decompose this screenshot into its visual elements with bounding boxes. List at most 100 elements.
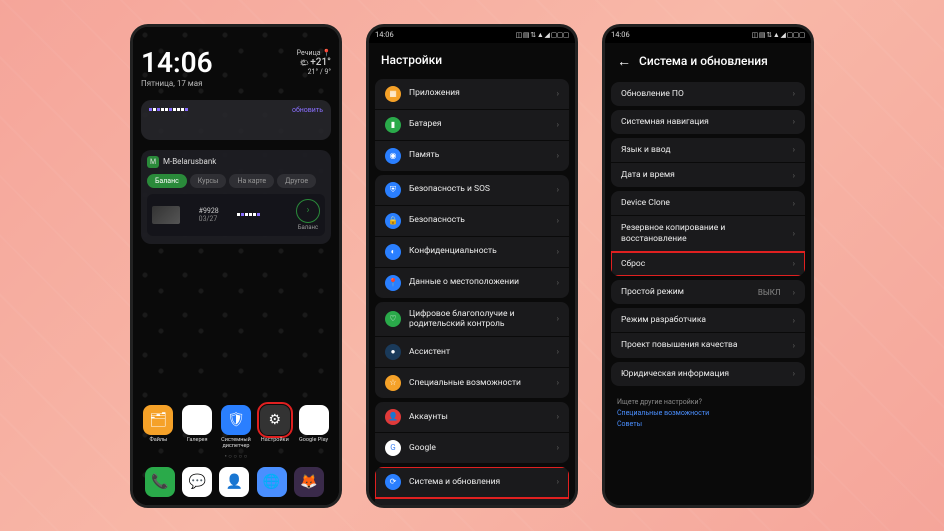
bank-tab[interactable]: Другое bbox=[277, 174, 316, 188]
settings-row[interactable]: 📍 Данные о местоположении › bbox=[375, 268, 569, 298]
app-icon[interactable]: 🗂 bbox=[143, 405, 173, 435]
settings-row[interactable]: ▦Приложения› bbox=[375, 79, 569, 110]
row-label: Язык и ввод bbox=[621, 145, 785, 155]
row-label: Конфиденциальность bbox=[409, 246, 549, 256]
app-label: Галерея bbox=[187, 437, 208, 443]
settings-row[interactable]: ●Ассистент› bbox=[375, 337, 569, 368]
row-icon: ☆ bbox=[385, 375, 401, 391]
chevron-icon: › bbox=[557, 412, 559, 421]
app-icon[interactable]: 🖼 bbox=[182, 405, 212, 435]
page-title: Система и обновления bbox=[639, 54, 768, 68]
row-icon: ▦ bbox=[385, 86, 401, 102]
footer-link[interactable]: Специальные возможности bbox=[617, 409, 799, 417]
chevron-icon: › bbox=[557, 347, 559, 356]
bank-logo-icon: M bbox=[147, 156, 159, 168]
bank-widget[interactable]: MM-Belarusbank Баланс Курсы На карте Дру… bbox=[141, 150, 331, 244]
chevron-icon: › bbox=[557, 278, 559, 287]
row-icon: ⛨ bbox=[385, 182, 401, 198]
bank-tab[interactable]: Баланс bbox=[147, 174, 187, 188]
app-Настройки[interactable]: ⚙ Настройки bbox=[257, 405, 292, 449]
widget-update-link[interactable]: обновить bbox=[292, 106, 323, 114]
settings-row[interactable]: ⓘО телефоне› bbox=[375, 498, 569, 505]
row-icon: ▮ bbox=[385, 117, 401, 133]
app-icon[interactable]: ▶ bbox=[299, 405, 329, 435]
row-label: Обновление ПО bbox=[621, 89, 785, 99]
balance-button[interactable]: › bbox=[296, 199, 320, 223]
row-label: Юридическая информация bbox=[621, 369, 785, 379]
dock-app[interactable]: 🌐 bbox=[257, 467, 287, 497]
system-row[interactable]: Обновление ПО› bbox=[611, 82, 805, 106]
app-label: Файлы bbox=[149, 437, 167, 443]
system-row[interactable]: Простой режимВЫКЛ› bbox=[611, 280, 805, 304]
chevron-icon: › bbox=[793, 229, 795, 238]
app-icon[interactable]: ⚙ bbox=[260, 405, 290, 435]
row-label: Режим разработчика bbox=[621, 315, 785, 325]
app-Google Play[interactable]: ▶Google Play bbox=[296, 405, 331, 449]
chevron-icon: › bbox=[557, 216, 559, 225]
settings-row[interactable]: ⛨Безопасность и SOS› bbox=[375, 175, 569, 206]
system-row[interactable]: Проект повышения качества› bbox=[611, 333, 805, 357]
row-label: Система и обновления bbox=[409, 477, 549, 487]
footer-hints: Ищете другие настройки? Специальные возм… bbox=[605, 390, 811, 436]
row-icon: 📍 bbox=[385, 275, 401, 291]
bank-tab[interactable]: Курсы bbox=[190, 174, 227, 188]
app-label: Настройки bbox=[261, 437, 289, 443]
settings-row[interactable]: 🔒Безопасность› bbox=[375, 206, 569, 237]
footer-link[interactable]: Советы bbox=[617, 420, 799, 428]
settings-row[interactable]: GGoogle› bbox=[375, 433, 569, 463]
bank-tab[interactable]: На карте bbox=[229, 174, 274, 188]
settings-row[interactable]: ⟳Система и обновления› bbox=[375, 467, 569, 498]
app-label: Системный диспетчер bbox=[219, 437, 253, 449]
app-Системный диспетчер[interactable]: 🛡 Системный диспетчер bbox=[219, 405, 254, 449]
system-row[interactable]: Дата и время› bbox=[611, 163, 805, 187]
row-label: Резервное копирование и восстановление bbox=[621, 223, 785, 243]
row-label: Данные о местоположении bbox=[409, 277, 549, 287]
dock-app[interactable]: 👤 bbox=[219, 467, 249, 497]
chevron-icon: › bbox=[557, 443, 559, 452]
settings-row[interactable]: ▮Батарея› bbox=[375, 110, 569, 141]
system-row[interactable]: Сброс› bbox=[611, 252, 805, 276]
row-label: Цифровое благополучие и родительский кон… bbox=[409, 309, 549, 329]
chevron-icon: › bbox=[793, 288, 795, 297]
row-icon: ♡ bbox=[385, 311, 401, 327]
system-row[interactable]: Режим разработчика › bbox=[611, 308, 805, 333]
card-image bbox=[152, 206, 180, 224]
widget-generic[interactable]: обновить bbox=[141, 100, 331, 140]
dock-app[interactable]: 🦊 bbox=[294, 467, 324, 497]
app-Галерея[interactable]: 🖼 Галерея bbox=[180, 405, 215, 449]
settings-row[interactable]: ◉Память› bbox=[375, 141, 569, 171]
settings-row[interactable]: ◐ Конфиденциальность › bbox=[375, 237, 569, 268]
settings-row[interactable]: 👤Аккаунты› bbox=[375, 402, 569, 433]
weather-widget[interactable]: 🌤 +21° 21° / 9° bbox=[300, 57, 331, 76]
app-icon[interactable]: 🛡 bbox=[221, 405, 251, 435]
row-icon: ⟳ bbox=[385, 474, 401, 490]
system-row[interactable]: Юридическая информация› bbox=[611, 362, 805, 386]
system-row[interactable]: Device Clone› bbox=[611, 191, 805, 216]
row-icon: ◉ bbox=[385, 148, 401, 164]
chevron-icon: › bbox=[793, 171, 795, 180]
chevron-icon: › bbox=[557, 247, 559, 256]
back-button[interactable]: ← bbox=[617, 53, 631, 70]
row-icon: ◐ bbox=[385, 244, 401, 260]
chevron-icon: › bbox=[793, 341, 795, 350]
settings-row[interactable]: ☆Специальные возможности› bbox=[375, 368, 569, 398]
location[interactable]: Речица 📍 bbox=[297, 49, 331, 57]
bank-tabs: Баланс Курсы На карте Другое bbox=[147, 174, 325, 188]
chevron-icon: › bbox=[793, 117, 795, 126]
chevron-icon: › bbox=[793, 316, 795, 325]
row-label: Аккаунты bbox=[409, 412, 549, 422]
system-row[interactable]: Язык и ввод› bbox=[611, 138, 805, 163]
system-row[interactable]: Системная навигация› bbox=[611, 110, 805, 134]
chevron-icon: › bbox=[557, 151, 559, 160]
app-Файлы[interactable]: 🗂 Файлы bbox=[141, 405, 176, 449]
system-row[interactable]: Резервное копирование и восстановление › bbox=[611, 216, 805, 251]
row-icon: 🔒 bbox=[385, 213, 401, 229]
row-label: Device Clone bbox=[621, 198, 785, 208]
row-label: Безопасность и SOS bbox=[409, 184, 549, 194]
chevron-icon: › bbox=[557, 314, 559, 323]
dock-app[interactable]: 📞 bbox=[145, 467, 175, 497]
dock-app[interactable]: 💬 bbox=[182, 467, 212, 497]
row-value: ВЫКЛ bbox=[758, 288, 781, 297]
settings-row[interactable]: ♡ Цифровое благополучие и родительский ко… bbox=[375, 302, 569, 337]
phone-system-updates: 14:06 ◫ ▤ ⇅ ▲ ◢ ▢▢▢ ← Система и обновлен… bbox=[602, 24, 814, 508]
